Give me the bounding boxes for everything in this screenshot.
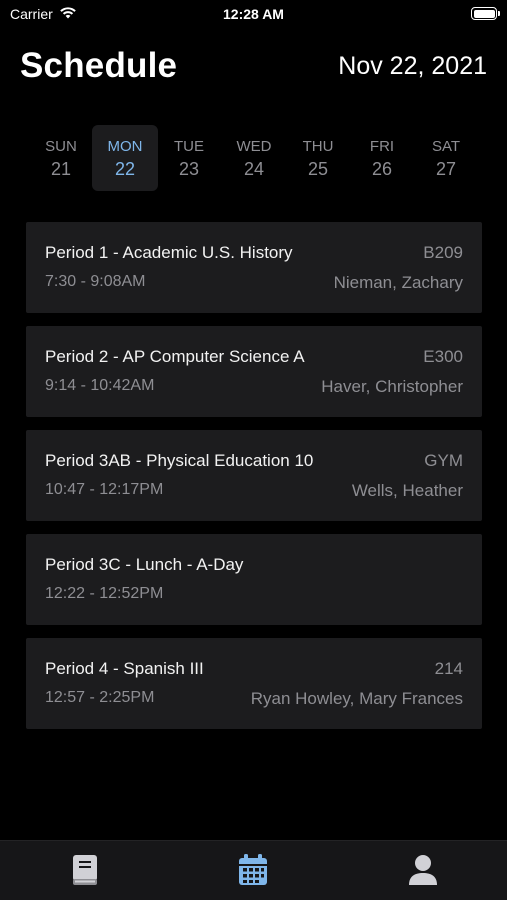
period-teacher: Nieman, Zachary: [333, 273, 463, 292]
day-number: 26: [371, 159, 393, 179]
period-room: GYM: [424, 451, 463, 470]
period-name: Period 4 - Spanish III: [45, 659, 204, 678]
day-number: 24: [243, 159, 265, 179]
tab-classes[interactable]: [68, 854, 102, 891]
day-fri[interactable]: FRI 26: [349, 125, 415, 191]
person-icon: [408, 854, 438, 891]
status-bar: Carrier 12:28 AM: [0, 0, 507, 28]
day-name: FRI: [369, 138, 395, 155]
period-card[interactable]: Period 2 - AP Computer Science A E300 9:…: [26, 326, 482, 417]
period-name: Period 2 - AP Computer Science A: [45, 347, 305, 366]
period-list: Period 1 - Academic U.S. History B209 7:…: [26, 222, 482, 742]
period-card[interactable]: Period 3AB - Physical Education 10 GYM 1…: [26, 430, 482, 521]
period-card[interactable]: Period 4 - Spanish III 214 12:57 - 2:25P…: [26, 638, 482, 729]
tab-schedule[interactable]: [236, 853, 270, 891]
day-wed[interactable]: WED 24: [221, 125, 287, 191]
day-name: SAT: [431, 138, 461, 155]
day-tue[interactable]: TUE 23: [156, 125, 222, 191]
day-name: MON: [107, 138, 143, 155]
period-teacher: Wells, Heather: [351, 481, 463, 500]
period-time: 9:14 - 10:42AM: [45, 377, 155, 394]
battery-icon: [471, 7, 500, 20]
page-date[interactable]: Nov 22, 2021: [338, 52, 487, 81]
period-time: 12:57 - 2:25PM: [45, 689, 155, 706]
tab-bar: [0, 840, 507, 900]
period-teacher: Haver, Christopher: [321, 377, 463, 396]
day-thu[interactable]: THU 25: [285, 125, 351, 191]
calendar-icon: [238, 853, 268, 891]
battery-level: [473, 9, 495, 18]
period-card[interactable]: Period 1 - Academic U.S. History B209 7:…: [26, 222, 482, 313]
period-time: 7:30 - 9:08AM: [45, 273, 146, 290]
period-card[interactable]: Period 3C - Lunch - A-Day 12:22 - 12:52P…: [26, 534, 482, 625]
status-time: 12:28 AM: [223, 6, 284, 22]
day-name: TUE: [174, 138, 204, 155]
day-number: 27: [435, 159, 457, 179]
page-title: Schedule: [20, 46, 178, 85]
book-icon: [71, 854, 99, 891]
day-name: WED: [236, 138, 272, 155]
day-sun[interactable]: SUN 21: [28, 125, 94, 191]
day-mon[interactable]: MON 22: [92, 125, 158, 191]
period-name: Period 3AB - Physical Education 10: [45, 451, 314, 470]
tab-profile[interactable]: [406, 854, 440, 891]
day-number: 25: [307, 159, 329, 179]
day-name: THU: [302, 138, 334, 155]
day-number: 21: [50, 159, 72, 179]
day-number: 22: [114, 159, 136, 179]
period-name: Period 1 - Academic U.S. History: [45, 243, 293, 262]
period-teacher: Ryan Howley, Mary Frances: [250, 689, 463, 708]
period-room: 214: [434, 659, 463, 678]
day-name: SUN: [45, 138, 77, 155]
day-sat[interactable]: SAT 27: [413, 125, 479, 191]
week-strip: SUN 21 MON 22 TUE 23 WED 24 THU 25 FRI 2…: [28, 125, 479, 191]
period-room: E300: [423, 347, 463, 366]
period-time: 12:22 - 12:52PM: [45, 585, 164, 602]
period-time: 10:47 - 12:17PM: [45, 481, 164, 498]
header: Schedule Nov 22, 2021: [0, 46, 507, 90]
period-room: B209: [423, 243, 463, 262]
period-name: Period 3C - Lunch - A-Day: [45, 555, 244, 574]
day-number: 23: [178, 159, 200, 179]
